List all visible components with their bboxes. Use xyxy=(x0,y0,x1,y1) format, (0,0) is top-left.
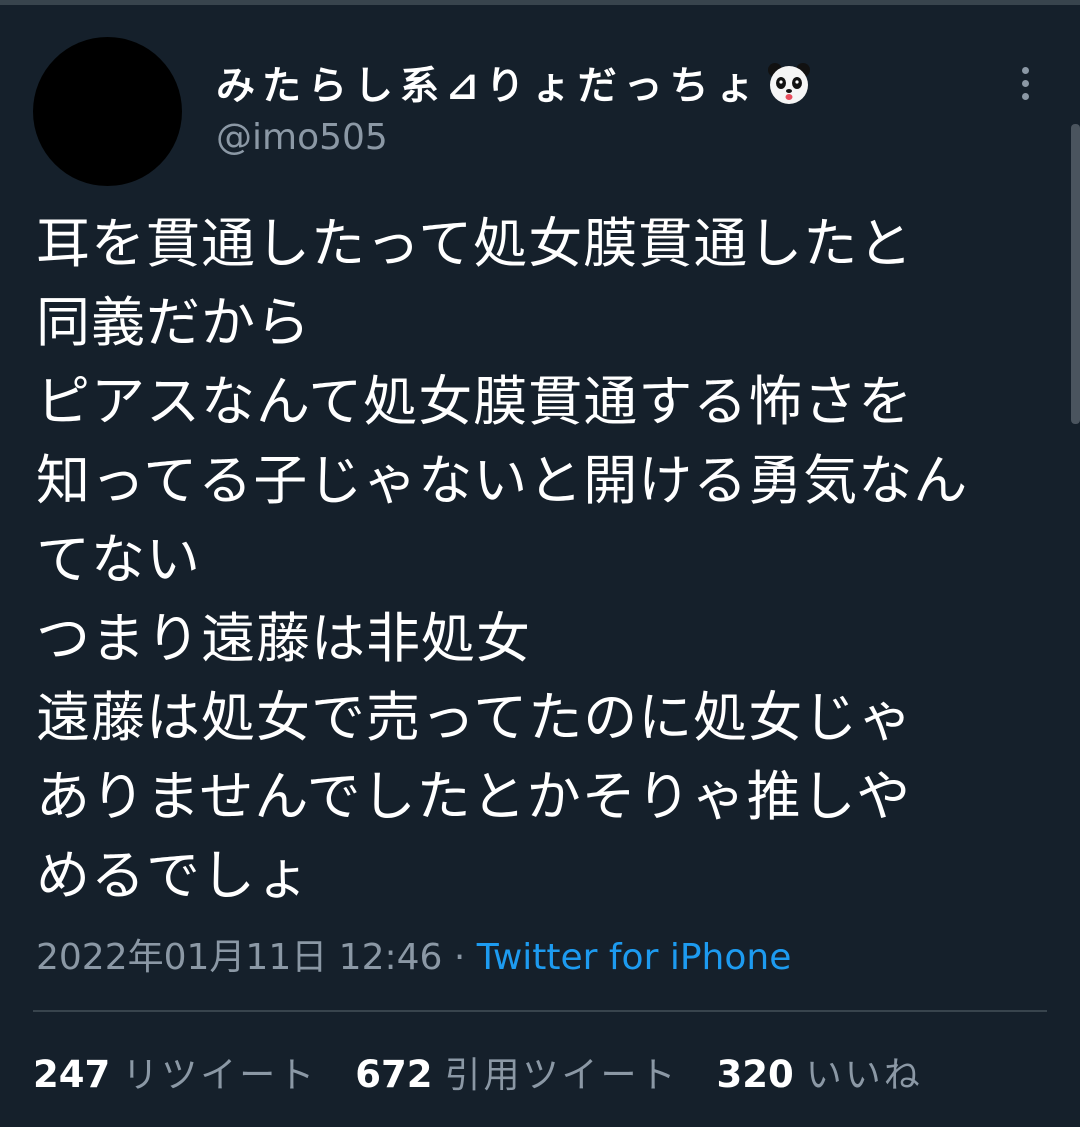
quote-tweets-count: 672 xyxy=(355,1053,433,1096)
more-vertical-icon-dot xyxy=(1021,92,1029,100)
retweets-label: リツイート xyxy=(122,1055,318,1096)
retweets-stat[interactable]: 247 リツイート xyxy=(33,1046,317,1098)
more-options-button[interactable] xyxy=(1004,60,1046,106)
tweet-text: 耳を貫通したって処女膜貫通したと 同義だから ピアスなんて処女膜貫通する怖さを … xyxy=(36,212,969,907)
display-name-row[interactable]: みたらし系⊿りょだっちょ xyxy=(216,57,812,109)
stats-divider xyxy=(33,1010,1047,1012)
retweets-count: 247 xyxy=(33,1053,111,1096)
meta-separator: · xyxy=(442,937,477,978)
tweet-source-link[interactable]: Twitter for iPhone xyxy=(477,937,792,978)
engagement-stats: 247 リツイート 672 引用ツイート 320 いいね xyxy=(33,1046,961,1098)
more-vertical-icon xyxy=(1021,66,1029,74)
top-divider xyxy=(0,0,1080,5)
quote-tweets-stat[interactable]: 672 引用ツイート xyxy=(355,1046,678,1098)
display-name: みたらし系⊿りょだっちょ xyxy=(216,64,762,109)
quote-tweets-label: 引用ツイート xyxy=(444,1055,679,1096)
tweet-meta: 2022年01月11日 12:46 · Twitter for iPhone xyxy=(36,928,791,980)
scrollbar[interactable] xyxy=(1071,124,1080,424)
more-vertical-icon-dot xyxy=(1021,79,1029,87)
tweet-timestamp[interactable]: 2022年01月11日 12:46 xyxy=(36,937,442,978)
likes-label: いいね xyxy=(805,1055,923,1096)
panda-face-icon xyxy=(767,63,810,104)
likes-stat[interactable]: 320 いいね xyxy=(717,1046,923,1098)
likes-count: 320 xyxy=(716,1053,794,1096)
user-handle[interactable]: @imo505 xyxy=(216,117,388,158)
avatar[interactable] xyxy=(33,37,182,186)
